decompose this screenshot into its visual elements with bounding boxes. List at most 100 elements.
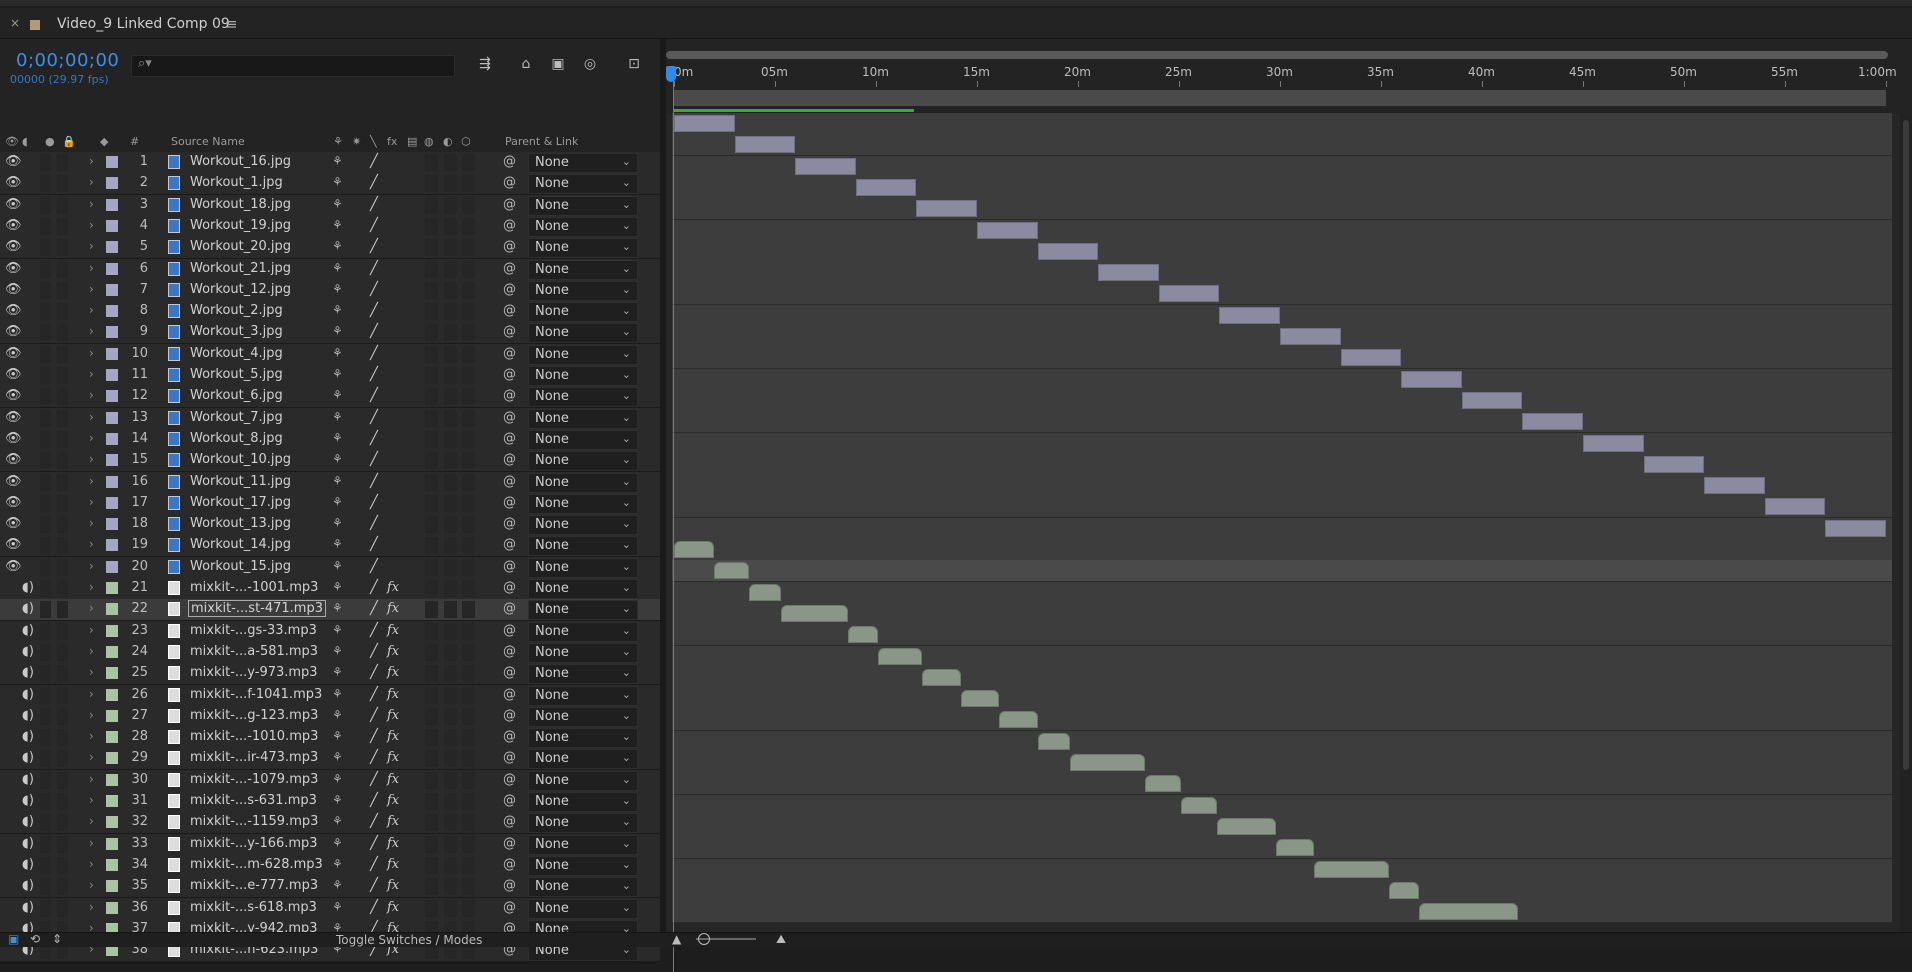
layer-row[interactable]: 👁 › 7 Workout_12.jpg ⚘ ╱ @ None ⌄ — [0, 280, 660, 302]
layer-source-name[interactable]: Workout_18.jpg — [190, 197, 291, 212]
quality-switch-icon[interactable]: ╱ — [370, 474, 378, 489]
adjustment-switch[interactable] — [444, 665, 457, 682]
effects-switch-icon[interactable]: fx — [387, 665, 399, 680]
parent-dropdown[interactable]: None ⌄ — [528, 174, 638, 194]
quality-switch-icon[interactable]: ╱ — [370, 601, 378, 616]
layer-track[interactable] — [672, 433, 1892, 455]
layer-track[interactable] — [672, 262, 1892, 284]
layer-row[interactable]: ◖) › 24 mixkit-...a-581.mp3 ⚘ ╱ fx @ None ⌄ — [0, 642, 660, 664]
expand-arrow-icon[interactable]: › — [89, 601, 94, 615]
parent-pickwhip-icon[interactable]: @ — [503, 878, 516, 893]
shy-switch-icon[interactable]: ⚘ — [332, 772, 343, 786]
layer-row[interactable]: 👁 › 14 Workout_8.jpg ⚘ ╱ @ None ⌄ — [0, 429, 660, 451]
parent-pickwhip-icon[interactable]: @ — [503, 431, 516, 446]
expand-arrow-icon[interactable]: › — [89, 282, 94, 296]
layer-duration-bar[interactable] — [878, 648, 923, 665]
parent-pickwhip-icon[interactable]: @ — [503, 197, 516, 212]
expand-arrow-icon[interactable]: › — [89, 175, 94, 189]
layer-duration-bar[interactable] — [1419, 903, 1519, 920]
shy-switch-icon[interactable]: ⚘ — [332, 687, 343, 701]
3d-switch[interactable] — [462, 452, 475, 469]
layer-row[interactable]: ◖) › 26 mixkit-...f-1041.mp3 ⚘ ╱ fx @ None ⌄ — [0, 685, 660, 707]
3d-switch[interactable] — [462, 367, 475, 384]
expand-arrow-icon[interactable]: › — [89, 495, 94, 509]
shy-switch-icon[interactable]: ⚘ — [332, 900, 343, 914]
audio-toggle-icon[interactable]: ◖) — [22, 644, 34, 659]
graph-editor-icon[interactable]: ⊡ — [624, 56, 644, 74]
audio-toggle-icon[interactable]: ◖) — [22, 857, 34, 872]
shy-switch-icon[interactable]: ⚘ — [332, 303, 343, 317]
layer-duration-bar[interactable] — [674, 115, 735, 132]
parent-link-header[interactable]: Parent & Link — [505, 135, 578, 148]
adjustment-switch[interactable] — [444, 516, 457, 533]
solo-switch[interactable] — [40, 793, 51, 810]
motion-blur-switch[interactable] — [425, 601, 438, 618]
label-color-swatch[interactable] — [106, 199, 118, 211]
quality-switch-icon[interactable]: ╱ — [370, 857, 378, 872]
label-color-swatch[interactable] — [106, 902, 118, 914]
solo-switch[interactable] — [40, 175, 51, 192]
layer-source-name[interactable]: mixkit-...y-973.mp3 — [190, 665, 318, 680]
lock-switch[interactable] — [57, 772, 68, 789]
adjustment-switch[interactable] — [444, 197, 457, 214]
parent-dropdown[interactable]: None ⌄ — [528, 813, 638, 833]
adjustment-switch[interactable] — [444, 580, 457, 597]
layer-duration-bar[interactable] — [795, 158, 856, 175]
layer-duration-bar[interactable] — [999, 711, 1038, 728]
adjustment-switch[interactable] — [444, 474, 457, 491]
shy-switch-icon[interactable]: ⚘ — [332, 175, 343, 189]
motion-blur-switch[interactable] — [425, 644, 438, 661]
layer-source-name[interactable]: mixkit-...a-581.mp3 — [190, 644, 318, 659]
quality-switch-icon[interactable]: ╱ — [370, 218, 378, 233]
label-color-swatch[interactable] — [106, 497, 118, 509]
layer-track[interactable] — [672, 859, 1892, 881]
parent-dropdown[interactable]: None ⌄ — [528, 664, 638, 684]
parent-dropdown[interactable]: None ⌄ — [528, 473, 638, 493]
work-area-bar[interactable] — [674, 90, 1886, 106]
layer-duration-bar[interactable] — [1522, 413, 1583, 430]
3d-switch[interactable] — [462, 239, 475, 256]
lock-switch[interactable] — [57, 495, 68, 512]
label-color-swatch[interactable] — [106, 752, 118, 764]
layer-duration-bar[interactable] — [847, 626, 879, 643]
layer-track[interactable] — [672, 241, 1892, 263]
expand-arrow-icon[interactable]: › — [89, 516, 94, 530]
solo-switch[interactable] — [40, 900, 51, 917]
audio-toggle-icon[interactable]: ◖) — [22, 878, 34, 893]
adjustment-switch[interactable] — [444, 559, 457, 576]
parent-pickwhip-icon[interactable]: @ — [503, 857, 516, 872]
parent-pickwhip-icon[interactable]: @ — [503, 665, 516, 680]
adjustment-switch[interactable] — [444, 601, 457, 618]
quality-switch-icon[interactable]: ╱ — [370, 644, 378, 659]
lock-switch[interactable] — [57, 814, 68, 831]
lock-switch[interactable] — [57, 878, 68, 895]
adjustment-switch[interactable] — [444, 900, 457, 917]
layer-source-name[interactable]: mixkit-...-1001.mp3 — [190, 580, 318, 595]
3d-switch[interactable] — [462, 836, 475, 853]
solo-switch[interactable] — [40, 452, 51, 469]
shy-switch-icon[interactable]: ⚘ — [332, 218, 343, 232]
parent-dropdown[interactable]: None ⌄ — [528, 238, 638, 258]
shy-switch-icon[interactable]: ⚘ — [332, 814, 343, 828]
current-timecode[interactable]: 0;00;00;00 — [16, 50, 119, 71]
solo-switch[interactable] — [40, 495, 51, 512]
expand-arrow-icon[interactable]: › — [89, 324, 94, 338]
layer-track[interactable] — [672, 134, 1892, 156]
video-visibility-icon[interactable]: 👁 — [5, 197, 22, 212]
label-color-swatch[interactable] — [106, 177, 118, 189]
motion-blur-switch[interactable] — [425, 452, 438, 469]
layer-row[interactable]: ◖) › 35 mixkit-...e-777.mp3 ⚘ ╱ fx @ None ⌄ — [0, 876, 660, 898]
label-color-swatch[interactable] — [106, 284, 118, 296]
expand-arrow-icon[interactable]: › — [89, 644, 94, 658]
parent-pickwhip-icon[interactable]: @ — [503, 729, 516, 744]
quality-switch-icon[interactable]: ╱ — [370, 154, 378, 169]
parent-pickwhip-icon[interactable]: @ — [503, 750, 516, 765]
shy-switch-icon[interactable]: ⚘ — [332, 750, 343, 764]
lock-switch[interactable] — [57, 431, 68, 448]
solo-switch[interactable] — [40, 346, 51, 363]
layer-track[interactable] — [672, 283, 1892, 305]
layer-row[interactable]: ◖) › 25 mixkit-...y-973.mp3 ⚘ ╱ fx @ None ⌄ — [0, 663, 660, 685]
parent-pickwhip-icon[interactable]: @ — [503, 708, 516, 723]
label-color-swatch[interactable] — [106, 710, 118, 722]
parent-pickwhip-icon[interactable]: @ — [503, 474, 516, 489]
